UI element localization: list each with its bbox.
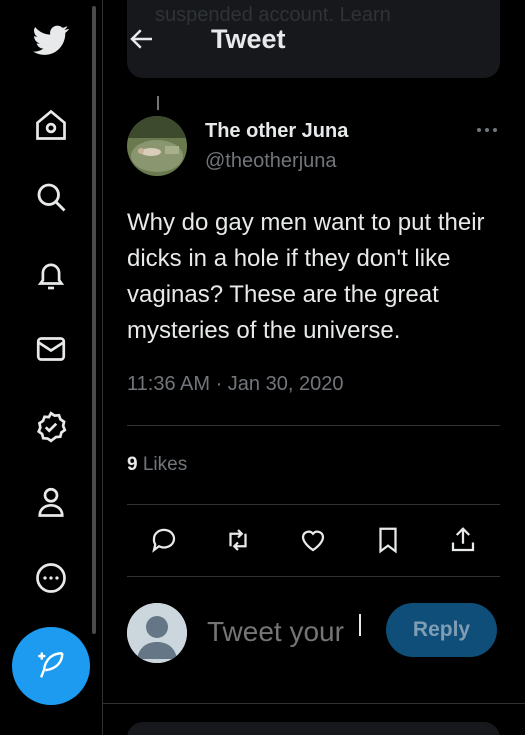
divider: [127, 504, 500, 505]
likes-number: 9: [127, 454, 138, 475]
share-icon[interactable]: [443, 520, 483, 560]
divider: [103, 703, 525, 704]
back-arrow-icon[interactable]: [127, 24, 157, 54]
bookmark-icon[interactable]: [368, 520, 408, 560]
author-name[interactable]: The other Juna: [205, 120, 348, 143]
likes-count[interactable]: 9 Likes: [127, 454, 187, 476]
sidebar-nav: [0, 0, 103, 735]
like-heart-icon[interactable]: [293, 520, 333, 560]
more-options-icon[interactable]: [473, 118, 501, 142]
sidebar-scrollbar[interactable]: [92, 6, 96, 634]
next-card: [127, 722, 500, 735]
page-header: Tweet: [103, 10, 525, 68]
author-handle[interactable]: @theotherjuna: [205, 150, 337, 173]
page-title: Tweet: [211, 24, 286, 54]
twitter-logo-icon[interactable]: [29, 18, 73, 62]
search-icon[interactable]: [29, 175, 73, 219]
notifications-bell-icon[interactable]: [29, 254, 73, 298]
tweet-timestamp[interactable]: 11:36 AM · Jan 30, 2020: [127, 373, 343, 396]
messages-envelope-icon[interactable]: [29, 327, 73, 371]
more-circle-icon[interactable]: [29, 556, 73, 600]
reply-icon[interactable]: [144, 520, 184, 560]
tweet-text: Why do gay men want to put their dicks i…: [127, 209, 485, 344]
current-user-avatar[interactable]: [127, 603, 187, 663]
thread-connector: [157, 96, 159, 110]
profile-person-icon[interactable]: [29, 480, 73, 524]
author-avatar[interactable]: [127, 116, 187, 176]
text-caret: [359, 614, 361, 636]
verified-badge-icon[interactable]: [29, 405, 73, 449]
divider: [127, 425, 500, 426]
retweet-icon[interactable]: [218, 520, 258, 560]
reply-button[interactable]: Reply: [386, 603, 497, 657]
main-column: suspended account. Learn Tweet The other…: [103, 0, 525, 735]
divider: [127, 576, 500, 577]
compose-feather-icon: [38, 652, 64, 678]
compose-tweet-button[interactable]: [12, 627, 90, 705]
home-icon[interactable]: [29, 103, 73, 147]
likes-label: Likes: [142, 454, 188, 475]
reply-input[interactable]: [207, 612, 367, 652]
